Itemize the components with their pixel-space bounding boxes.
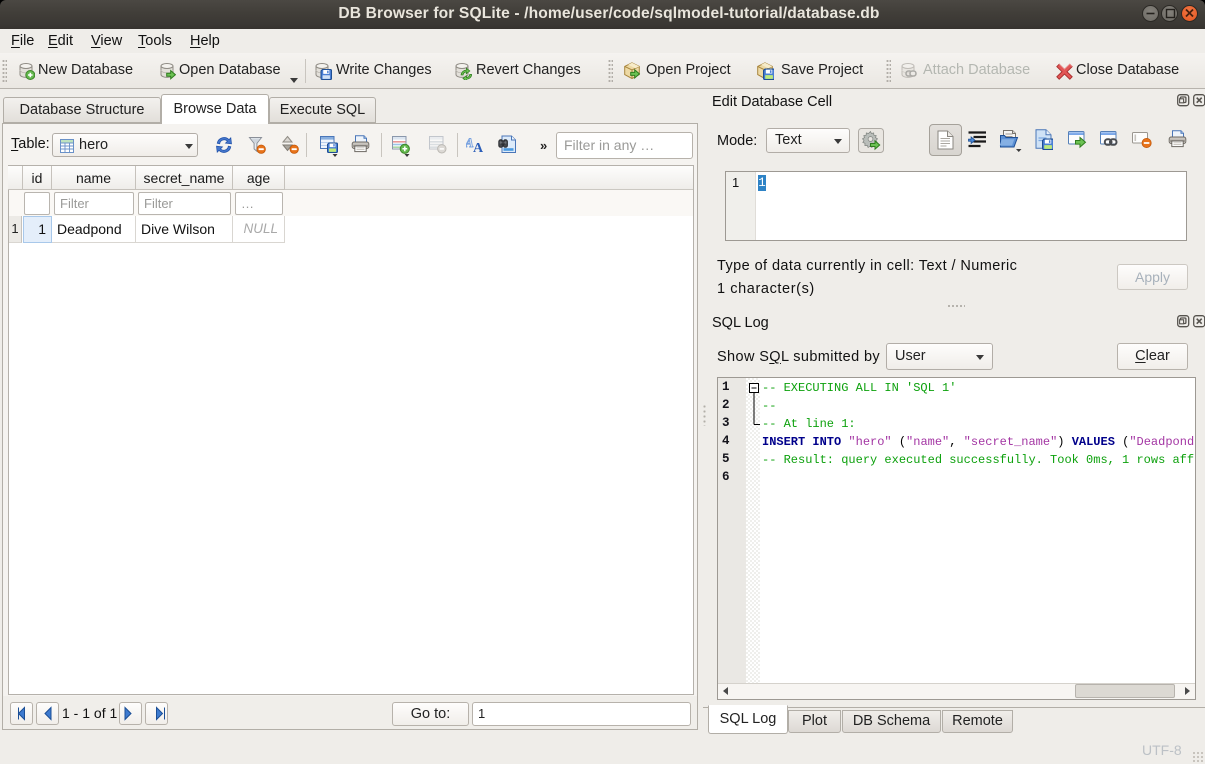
svg-text:A: A	[473, 141, 484, 155]
